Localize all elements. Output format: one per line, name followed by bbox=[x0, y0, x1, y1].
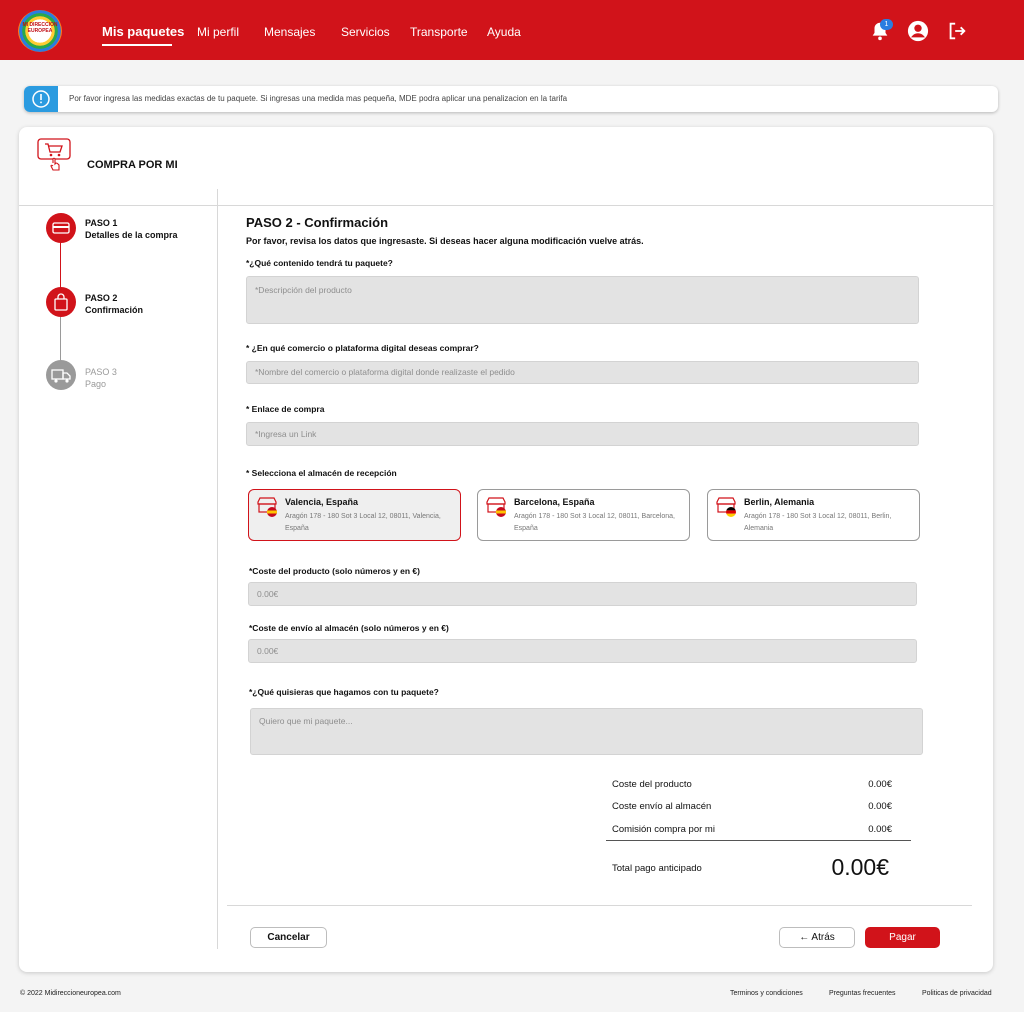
warehouse-option-valencia[interactable]: Valencia, España Aragón 178 - 180 Sot 3 … bbox=[248, 489, 461, 541]
active-nav-underline bbox=[102, 44, 172, 46]
actions-divider bbox=[227, 905, 972, 906]
totals-divider bbox=[606, 840, 911, 841]
content-label: *¿Qué contenido tendrá tu paquete? bbox=[246, 258, 393, 268]
grand-total-label: Total pago anticipado bbox=[612, 863, 702, 874]
user-account-icon[interactable] bbox=[907, 20, 929, 42]
product-cost-input[interactable]: 0.00€ bbox=[248, 582, 917, 606]
banner-text: Por favor ingresa las medidas exactas de… bbox=[69, 94, 568, 103]
cancel-button[interactable]: Cancelar bbox=[250, 927, 327, 948]
package-instructions-input[interactable]: Quiero que mi paquete... bbox=[250, 708, 923, 755]
card-title: COMPRA POR MI bbox=[87, 159, 178, 171]
nav-mis-paquetes[interactable]: Mis paquetes bbox=[102, 0, 184, 60]
purchase-card: COMPRA POR MI PASO 1 Detalles de la comp… bbox=[19, 127, 993, 972]
step-heading: PASO 2 - Confirmación bbox=[246, 215, 389, 230]
total-row-value: 0.00€ bbox=[868, 779, 892, 790]
total-row-value: 0.00€ bbox=[868, 801, 892, 812]
back-button[interactable]: ← Atrás bbox=[779, 927, 855, 948]
card-details-icon bbox=[52, 222, 70, 234]
step-1-title: PASO 1 bbox=[85, 218, 118, 228]
warehouse-name: Barcelona, España bbox=[514, 497, 595, 507]
step-3-subtitle: Pago bbox=[85, 379, 107, 389]
copyright: © 2022 Midireccioneuropea.com bbox=[20, 990, 121, 997]
warehouse-es-flag-icon bbox=[486, 497, 506, 517]
grand-total-value: 0.00€ bbox=[831, 854, 889, 880]
measurement-warning-banner: Por favor ingresa las medidas exactas de… bbox=[24, 86, 998, 112]
shopping-bag-icon bbox=[54, 293, 68, 311]
brand-logo[interactable]: MI DIRECCION EUROPEA bbox=[18, 10, 62, 52]
warehouse-name: Valencia, España bbox=[285, 497, 359, 507]
nav-transporte[interactable]: Transporte bbox=[410, 0, 468, 60]
shipping-cost-input[interactable]: 0.00€ bbox=[248, 639, 917, 663]
step-2-marker[interactable] bbox=[46, 287, 76, 317]
nav-servicios[interactable]: Servicios bbox=[341, 0, 390, 60]
warehouse-address: Aragón 178 - 180 Sot 3 Local 12, 08011, … bbox=[285, 513, 441, 532]
notification-badge: 1 bbox=[880, 19, 893, 30]
product-description-input[interactable]: *Descripción del producto bbox=[246, 276, 919, 324]
step-3-title: PASO 3 bbox=[85, 367, 117, 377]
total-row-label: Coste del producto bbox=[612, 779, 692, 790]
store-label: * ¿En qué comercio o plataforma digital … bbox=[246, 343, 479, 353]
warehouse-es-flag-icon bbox=[257, 497, 277, 517]
step-2-subtitle: Confirmación bbox=[85, 305, 144, 315]
nav-ayuda[interactable]: Ayuda bbox=[487, 0, 521, 60]
link-label: * Enlace de compra bbox=[246, 404, 325, 414]
nav-mensajes[interactable]: Mensajes bbox=[264, 0, 315, 60]
header-divider bbox=[19, 205, 993, 206]
total-row-label: Comisión compra por mi bbox=[612, 824, 715, 835]
logout-icon[interactable] bbox=[946, 20, 968, 42]
footer-link-privacy[interactable]: Politicas de privacidad bbox=[922, 990, 992, 997]
warehouse-option-barcelona[interactable]: Barcelona, España Aragón 178 - 180 Sot 3… bbox=[477, 489, 690, 541]
purchase-link-input[interactable]: *Ingresa un Link bbox=[246, 422, 919, 446]
product-cost-label: *Coste del producto (solo números y en €… bbox=[249, 566, 420, 576]
warehouse-address: Aragón 178 - 180 Sot 3 Local 12, 08011, … bbox=[514, 513, 675, 532]
instructions-label: *¿Qué quisieras que hagamos con tu paque… bbox=[249, 687, 439, 697]
nav-mi-perfil[interactable]: Mi perfil bbox=[197, 0, 239, 60]
step-2-title: PASO 2 bbox=[85, 293, 118, 303]
info-icon bbox=[24, 86, 58, 112]
step-3-marker[interactable] bbox=[46, 360, 76, 390]
total-row-label: Coste envío al almacén bbox=[612, 801, 712, 812]
step-1-subtitle: Detalles de la compra bbox=[85, 230, 178, 240]
warehouse-option-berlin[interactable]: Berlin, Alemania Aragón 178 - 180 Sot 3 … bbox=[707, 489, 920, 541]
logo-text: MI DIRECCION EUROPEA bbox=[22, 22, 58, 34]
delivery-truck-icon bbox=[51, 369, 71, 383]
top-nav-bar: MI DIRECCION EUROPEA Mis paquetes Mi per… bbox=[0, 0, 1024, 60]
store-name-input[interactable]: *Nombre del comercio o plataforma digita… bbox=[246, 361, 919, 384]
warehouse-label: * Selecciona el almacén de recepción bbox=[246, 468, 397, 478]
shopping-cart-click-icon bbox=[37, 138, 71, 171]
step-1-marker[interactable] bbox=[46, 213, 76, 243]
warehouse-address: Aragón 178 - 180 Sot 3 Local 12, 08011, … bbox=[744, 513, 892, 532]
step-instructions: Por favor, revisa los datos que ingresas… bbox=[246, 236, 644, 246]
footer-link-terms[interactable]: Terminos y condiciones bbox=[730, 990, 803, 997]
footer-link-faq[interactable]: Preguntas frecuentes bbox=[829, 990, 896, 997]
warehouse-de-flag-icon bbox=[716, 497, 736, 517]
pay-button[interactable]: Pagar bbox=[865, 927, 940, 948]
shipping-cost-label: *Coste de envío al almacén (solo números… bbox=[249, 623, 449, 633]
total-row-value: 0.00€ bbox=[868, 824, 892, 835]
warehouse-name: Berlin, Alemania bbox=[744, 497, 815, 507]
steps-divider bbox=[217, 189, 218, 949]
